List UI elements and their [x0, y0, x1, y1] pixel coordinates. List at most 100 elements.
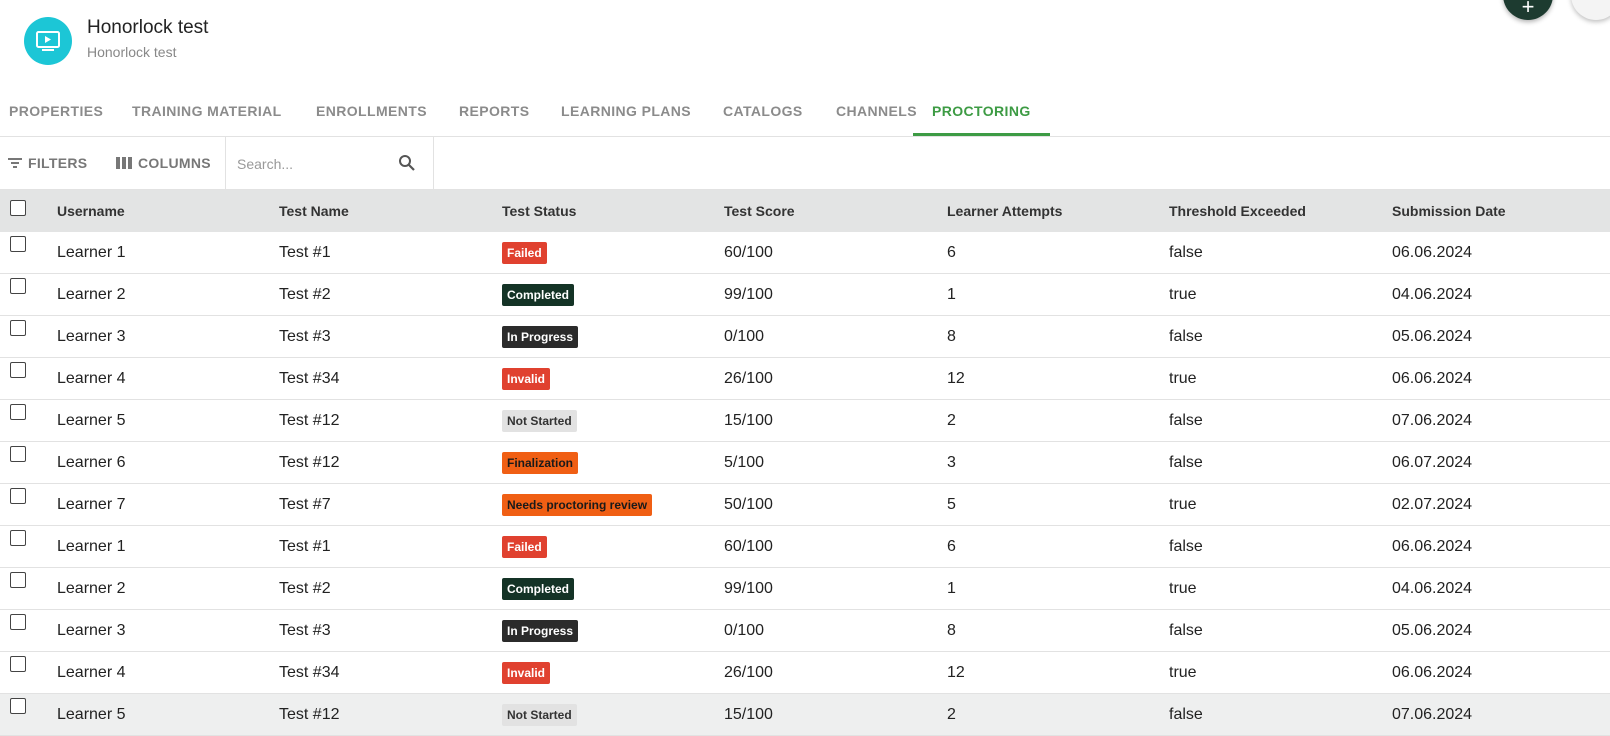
cell-submission-date: 05.06.2024: [1392, 328, 1473, 345]
cell-test-score: 99/100: [724, 580, 773, 597]
tab-catalogs[interactable]: CATALOGS: [723, 90, 803, 136]
table-row[interactable]: Learner 1 Test #1 Failed 60/100 6 false 06.06.…: [0, 232, 1610, 274]
column-header-test-name[interactable]: Test Name: [279, 190, 349, 232]
table-row[interactable]: Learner 7 Test #7 Needs proctoring review 5…: [0, 484, 1610, 526]
cell-test-name: Test #7: [279, 496, 331, 513]
column-header-test-status[interactable]: Test Status: [502, 190, 576, 232]
status-badge: Not Started: [502, 704, 577, 726]
cell-learner-attempts: 12: [947, 664, 965, 681]
table-row[interactable]: Learner 4 Test #34 Invalid 26/100 12 true 06.0…: [0, 358, 1610, 400]
search-icon[interactable]: [398, 154, 416, 172]
cell-learner-attempts: 1: [947, 286, 956, 303]
row-checkbox[interactable]: [10, 572, 26, 588]
status-badge: Not Started: [502, 410, 577, 432]
status-badge: Failed: [502, 536, 547, 558]
table-row[interactable]: Learner 2 Test #2 Completed 99/100 1 true 04.0…: [0, 568, 1610, 610]
row-checkbox[interactable]: [10, 656, 26, 672]
cell-username: Learner 3: [57, 622, 126, 639]
course-tabs: PROPERTIES TRAINING MATERIAL ENROLLMENTS…: [0, 90, 1610, 137]
row-checkbox[interactable]: [10, 446, 26, 462]
cell-test-name: Test #1: [279, 538, 331, 555]
course-subtitle: Honorlock test: [87, 44, 177, 60]
cell-test-name: Test #2: [279, 580, 331, 597]
cell-username: Learner 4: [57, 370, 126, 387]
cell-learner-attempts: 5: [947, 496, 956, 513]
status-badge: Finalization: [502, 452, 578, 474]
column-header-learner-attempts[interactable]: Learner Attempts: [947, 190, 1062, 232]
table-row[interactable]: Learner 3 Test #3 In Progress 0/100 8 false 05…: [0, 610, 1610, 652]
search-input[interactable]: [235, 152, 389, 176]
tab-proctoring[interactable]: PROCTORING: [913, 90, 1050, 136]
column-header-test-score[interactable]: Test Score: [724, 190, 795, 232]
cell-submission-date: 04.06.2024: [1392, 580, 1473, 597]
column-header-username[interactable]: Username: [57, 190, 125, 232]
row-checkbox[interactable]: [10, 320, 26, 336]
cell-submission-date: 07.06.2024: [1392, 706, 1473, 723]
cell-threshold-exceeded: true: [1169, 286, 1197, 303]
cell-threshold-exceeded: true: [1169, 370, 1197, 387]
cell-username: Learner 4: [57, 664, 126, 681]
row-checkbox[interactable]: [10, 404, 26, 420]
cell-submission-date: 02.07.2024: [1392, 496, 1473, 513]
cell-test-score: 15/100: [724, 412, 773, 429]
cell-username: Learner 1: [57, 244, 126, 261]
row-checkbox[interactable]: [10, 362, 26, 378]
table-row[interactable]: Learner 2 Test #2 Completed 99/100 1 true 04.0…: [0, 274, 1610, 316]
row-checkbox[interactable]: [10, 488, 26, 504]
cell-test-score: 26/100: [724, 370, 773, 387]
table-row[interactable]: Learner 4 Test #34 Invalid 26/100 12 true 06.0…: [0, 652, 1610, 694]
filters-label: FILTERS: [28, 155, 88, 171]
select-all-checkbox[interactable]: [10, 200, 26, 216]
cell-username: Learner 2: [57, 286, 126, 303]
column-header-threshold-exceeded[interactable]: Threshold Exceeded: [1169, 190, 1306, 232]
course-title: Honorlock test: [87, 17, 209, 38]
row-checkbox[interactable]: [10, 236, 26, 252]
row-checkbox[interactable]: [10, 530, 26, 546]
status-badge: Invalid: [502, 662, 551, 684]
tab-enrollments[interactable]: ENROLLMENTS: [316, 90, 427, 136]
tab-learning-plans[interactable]: LEARNING PLANS: [561, 90, 691, 136]
cell-threshold-exceeded: true: [1169, 580, 1197, 597]
table-row[interactable]: Learner 5 Test #12 Not Started 15/100 2 false…: [0, 400, 1610, 442]
cell-username: Learner 1: [57, 538, 126, 555]
cell-threshold-exceeded: false: [1169, 454, 1203, 471]
cell-submission-date: 06.07.2024: [1392, 454, 1473, 471]
status-badge: In Progress: [502, 620, 579, 642]
columns-label: COLUMNS: [138, 155, 211, 171]
cell-threshold-exceeded: false: [1169, 412, 1203, 429]
cell-threshold-exceeded: false: [1169, 328, 1203, 345]
columns-button[interactable]: COLUMNS: [116, 137, 211, 189]
cell-threshold-exceeded: false: [1169, 706, 1203, 723]
cell-test-score: 26/100: [724, 664, 773, 681]
table-row[interactable]: Learner 3 Test #3 In Progress 0/100 8 false 05…: [0, 316, 1610, 358]
tab-properties[interactable]: PROPERTIES: [9, 90, 103, 136]
tab-reports[interactable]: REPORTS: [459, 90, 529, 136]
cell-learner-attempts: 8: [947, 328, 956, 345]
status-badge: Invalid: [502, 368, 551, 390]
cell-threshold-exceeded: true: [1169, 496, 1197, 513]
cell-learner-attempts: 8: [947, 622, 956, 639]
table-row[interactable]: Learner 5 Test #12 Not Started 15/100 2 false…: [0, 694, 1610, 736]
table-row[interactable]: Learner 6 Test #12 Finalization 5/100 3 false…: [0, 442, 1610, 484]
cell-submission-date: 05.06.2024: [1392, 622, 1473, 639]
status-badge: Completed: [502, 284, 575, 306]
cell-submission-date: 06.06.2024: [1392, 538, 1473, 555]
row-checkbox[interactable]: [10, 698, 26, 714]
tab-training-material[interactable]: TRAINING MATERIAL: [132, 90, 282, 136]
table-row[interactable]: Learner 1 Test #1 Failed 60/100 6 false 06.06.…: [0, 526, 1610, 568]
cell-test-score: 60/100: [724, 244, 773, 261]
cell-test-score: 15/100: [724, 706, 773, 723]
cell-username: Learner 6: [57, 454, 126, 471]
cell-learner-attempts: 1: [947, 580, 956, 597]
cell-threshold-exceeded: true: [1169, 664, 1197, 681]
status-badge: Failed: [502, 242, 547, 264]
row-checkbox[interactable]: [10, 614, 26, 630]
filters-button[interactable]: FILTERS: [8, 137, 87, 189]
row-checkbox[interactable]: [10, 278, 26, 294]
cell-test-name: Test #12: [279, 706, 340, 723]
column-header-submission-date[interactable]: Submission Date: [1392, 190, 1506, 232]
filter-icon: [8, 158, 22, 168]
cell-test-score: 99/100: [724, 286, 773, 303]
cell-submission-date: 04.06.2024: [1392, 286, 1473, 303]
tab-channels[interactable]: CHANNELS: [836, 90, 917, 136]
